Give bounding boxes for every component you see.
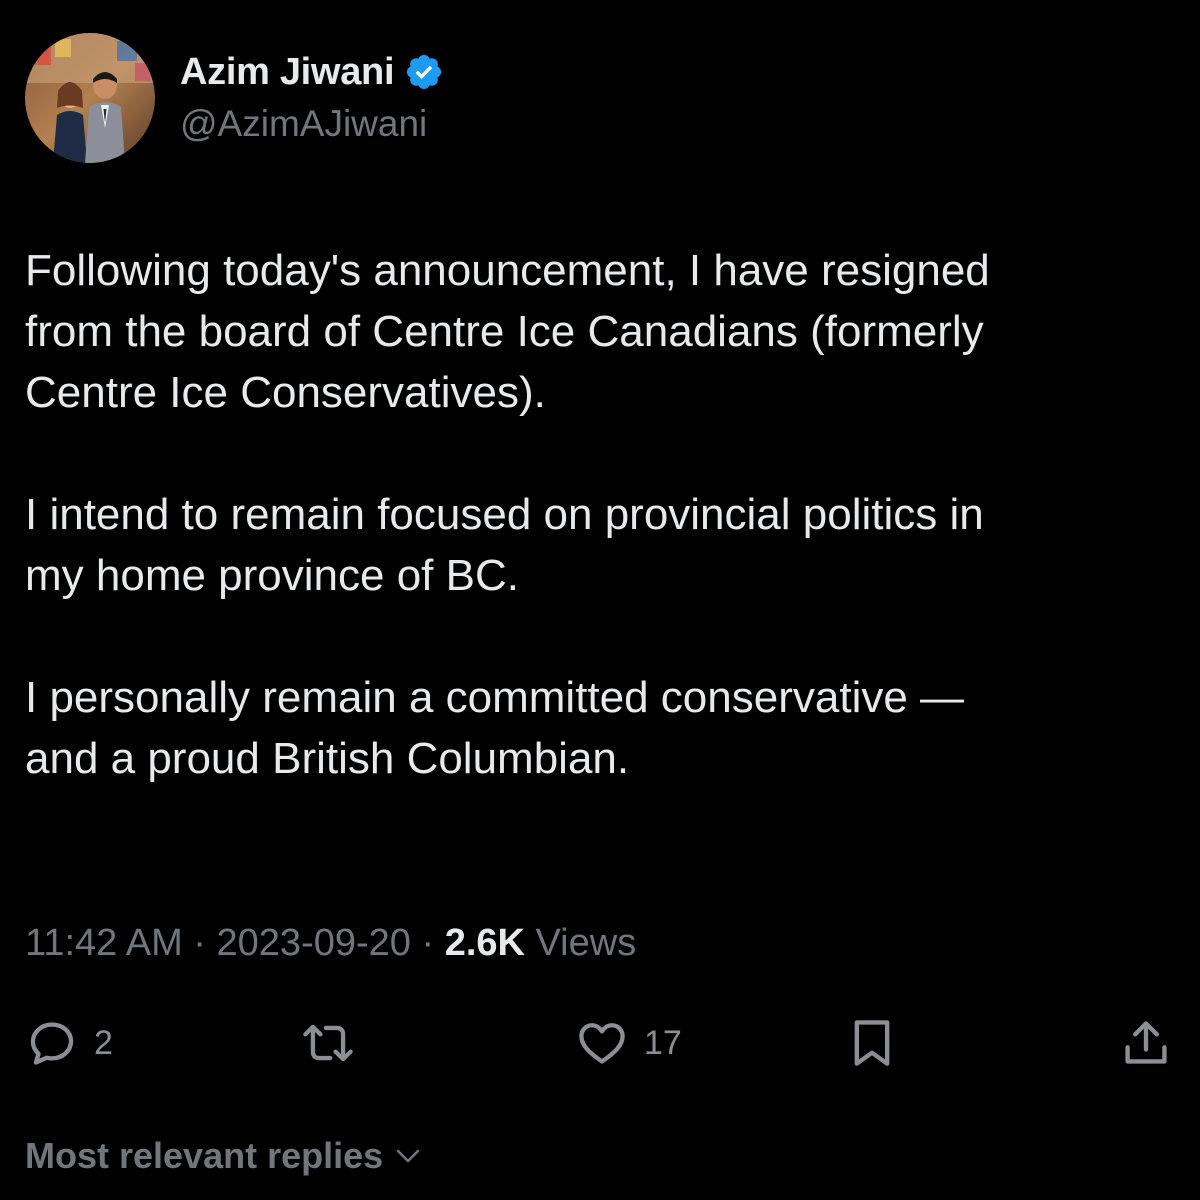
repost-icon	[303, 1024, 353, 1062]
tweet-paragraph: Following today's announcement, I have r…	[25, 246, 990, 417]
reply-icon	[30, 1022, 74, 1065]
author-handle[interactable]: @AzimAJiwani	[180, 103, 427, 145]
replies-sort-label: Most relevant replies	[25, 1135, 384, 1176]
heart-icon	[579, 1023, 625, 1064]
bookmark-icon	[854, 1020, 890, 1066]
views-count[interactable]: 2.6K	[445, 922, 525, 964]
avatar[interactable]	[25, 33, 155, 163]
tweet-time[interactable]: 11:42 AM	[25, 922, 183, 964]
reply-button[interactable]: 2	[26, 1015, 113, 1071]
repost-button[interactable]	[300, 1015, 372, 1071]
meta-separator: ·	[410, 922, 445, 964]
share-icon	[1125, 1021, 1167, 1064]
author-name[interactable]: Azim Jiwani	[180, 51, 395, 94]
share-button[interactable]	[1120, 1015, 1172, 1071]
tweet-paragraph: I intend to remain focused on provincial…	[25, 490, 984, 600]
avatar-photo	[25, 33, 155, 163]
chevron-down-icon	[396, 1149, 420, 1163]
tweet-meta: 11:42 AM · 2023-09-20 · 2.6K Views	[25, 922, 636, 965]
tweet-date[interactable]: 2023-09-20	[217, 922, 411, 964]
like-button[interactable]: 17	[576, 1015, 682, 1071]
like-count: 17	[644, 1023, 682, 1062]
verified-badge-icon	[407, 54, 442, 90]
meta-separator: ·	[182, 922, 217, 964]
tweet-detail: Azim Jiwani @AzimAJiwani Following today…	[0, 0, 1200, 1200]
tweet-text: Following today's announcement, I have r…	[25, 240, 1185, 789]
reply-count: 2	[94, 1023, 113, 1062]
tweet-paragraph: I personally remain a committed conserva…	[25, 673, 965, 783]
author-name-row[interactable]: Azim Jiwani	[180, 48, 444, 96]
replies-sort-dropdown[interactable]: Most relevant replies	[25, 1135, 423, 1177]
views-label[interactable]: Views	[525, 922, 637, 964]
bookmark-button[interactable]	[848, 1015, 896, 1071]
